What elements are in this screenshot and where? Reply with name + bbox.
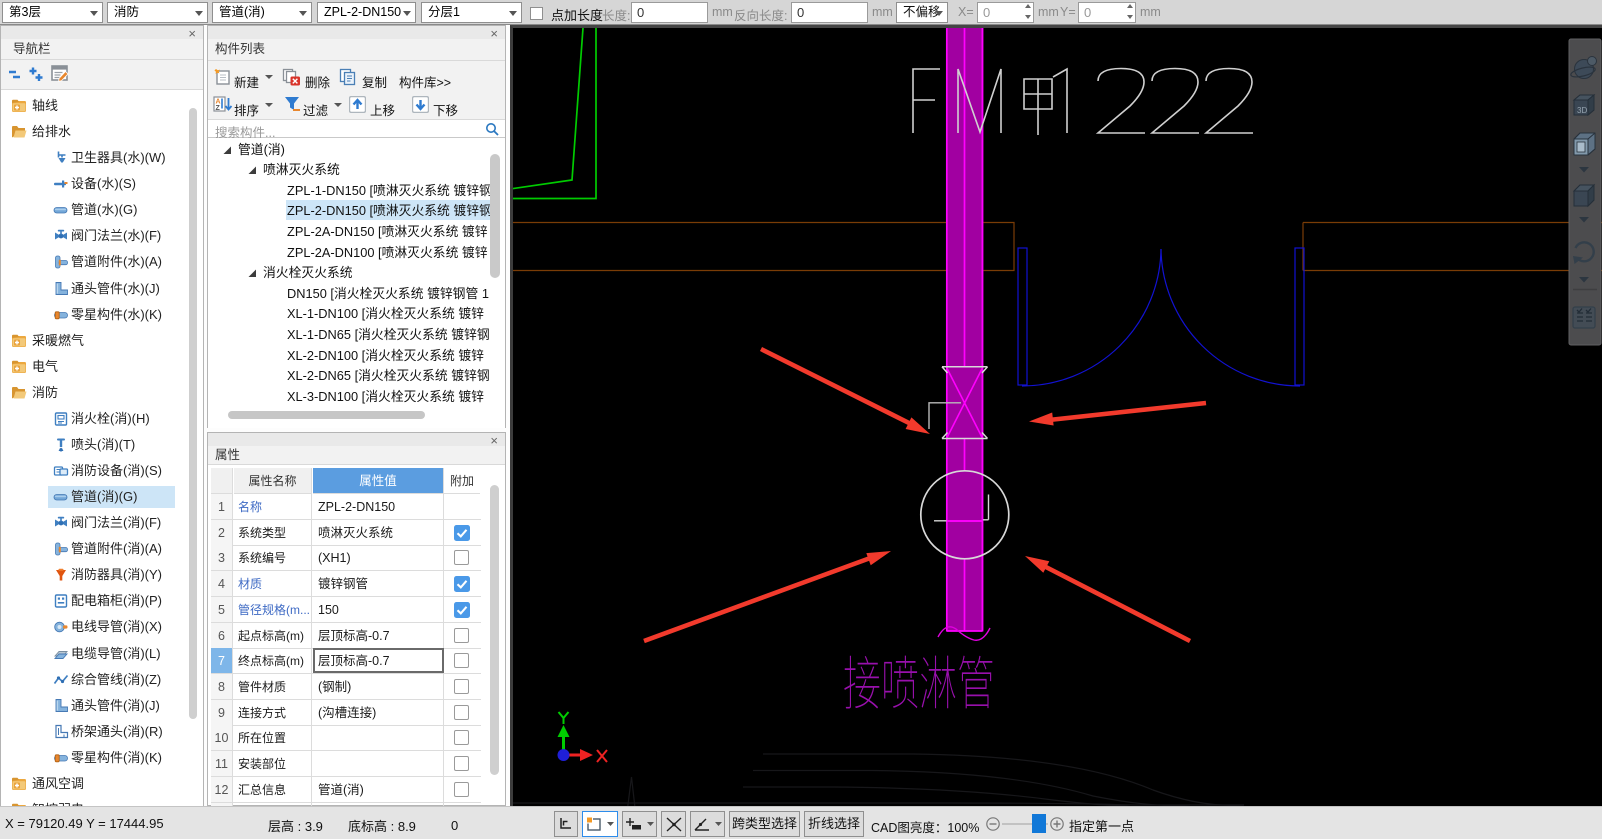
svg-text:3D: 3D bbox=[1577, 106, 1587, 115]
svg-text:接喷淋管: 接喷淋管 bbox=[843, 637, 995, 721]
svg-text:Z: Z bbox=[216, 105, 221, 112]
